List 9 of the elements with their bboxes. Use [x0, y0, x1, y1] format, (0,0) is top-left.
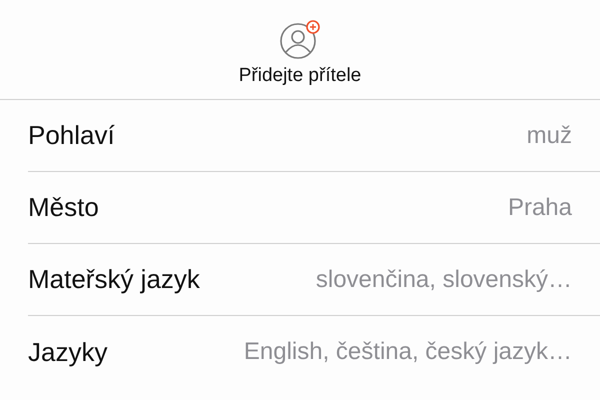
- field-label: Mateřský jazyk: [28, 264, 200, 295]
- field-value[interactable]: Praha: [508, 194, 572, 222]
- field-label: Pohlaví: [28, 120, 115, 151]
- field-label: Jazyky: [28, 336, 108, 368]
- field-value[interactable]: English, čeština, český jazyk…: [244, 338, 572, 366]
- field-label: Město: [28, 192, 99, 223]
- field-value[interactable]: slovenčina, slovenský…: [316, 266, 572, 294]
- field-value[interactable]: muž: [526, 122, 572, 150]
- add-friend-label[interactable]: Přidejte přítele: [238, 64, 362, 86]
